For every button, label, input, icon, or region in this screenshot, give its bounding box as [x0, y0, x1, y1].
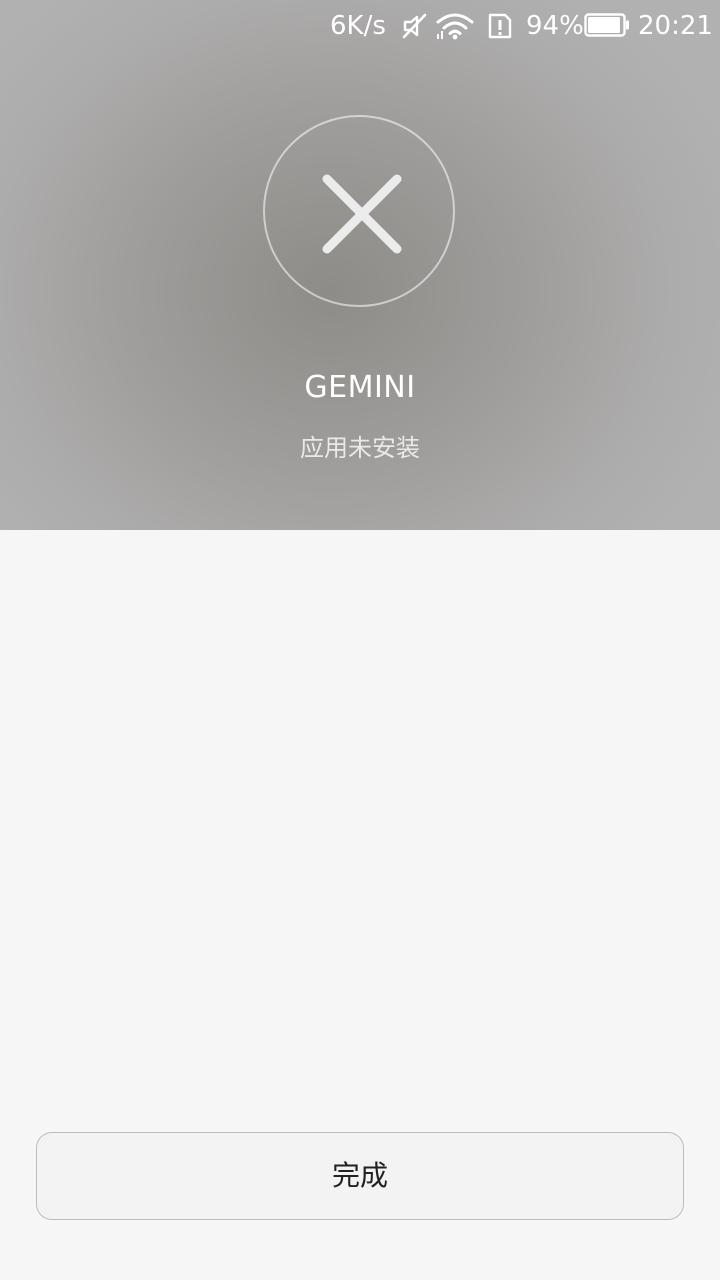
app-name: GEMINI — [304, 370, 416, 405]
install-status-text: 应用未安装 — [300, 434, 420, 462]
result-header: 6K/s 94% 20:21 GEMINI 应用未安装 — [0, 0, 720, 530]
status-time: 20:21 — [638, 11, 713, 41]
network-speed: 6K/s — [330, 11, 386, 41]
done-button[interactable]: 完成 — [36, 1132, 684, 1220]
battery-percent: 94% — [526, 11, 584, 41]
battery-icon — [584, 13, 630, 45]
sim-alert-icon — [486, 12, 514, 44]
close-icon — [322, 174, 402, 254]
status-bar: 6K/s 94% 20:21 — [0, 0, 720, 52]
wifi-icon — [436, 12, 474, 44]
mute-icon — [402, 12, 428, 44]
install-failed-badge — [263, 115, 455, 307]
